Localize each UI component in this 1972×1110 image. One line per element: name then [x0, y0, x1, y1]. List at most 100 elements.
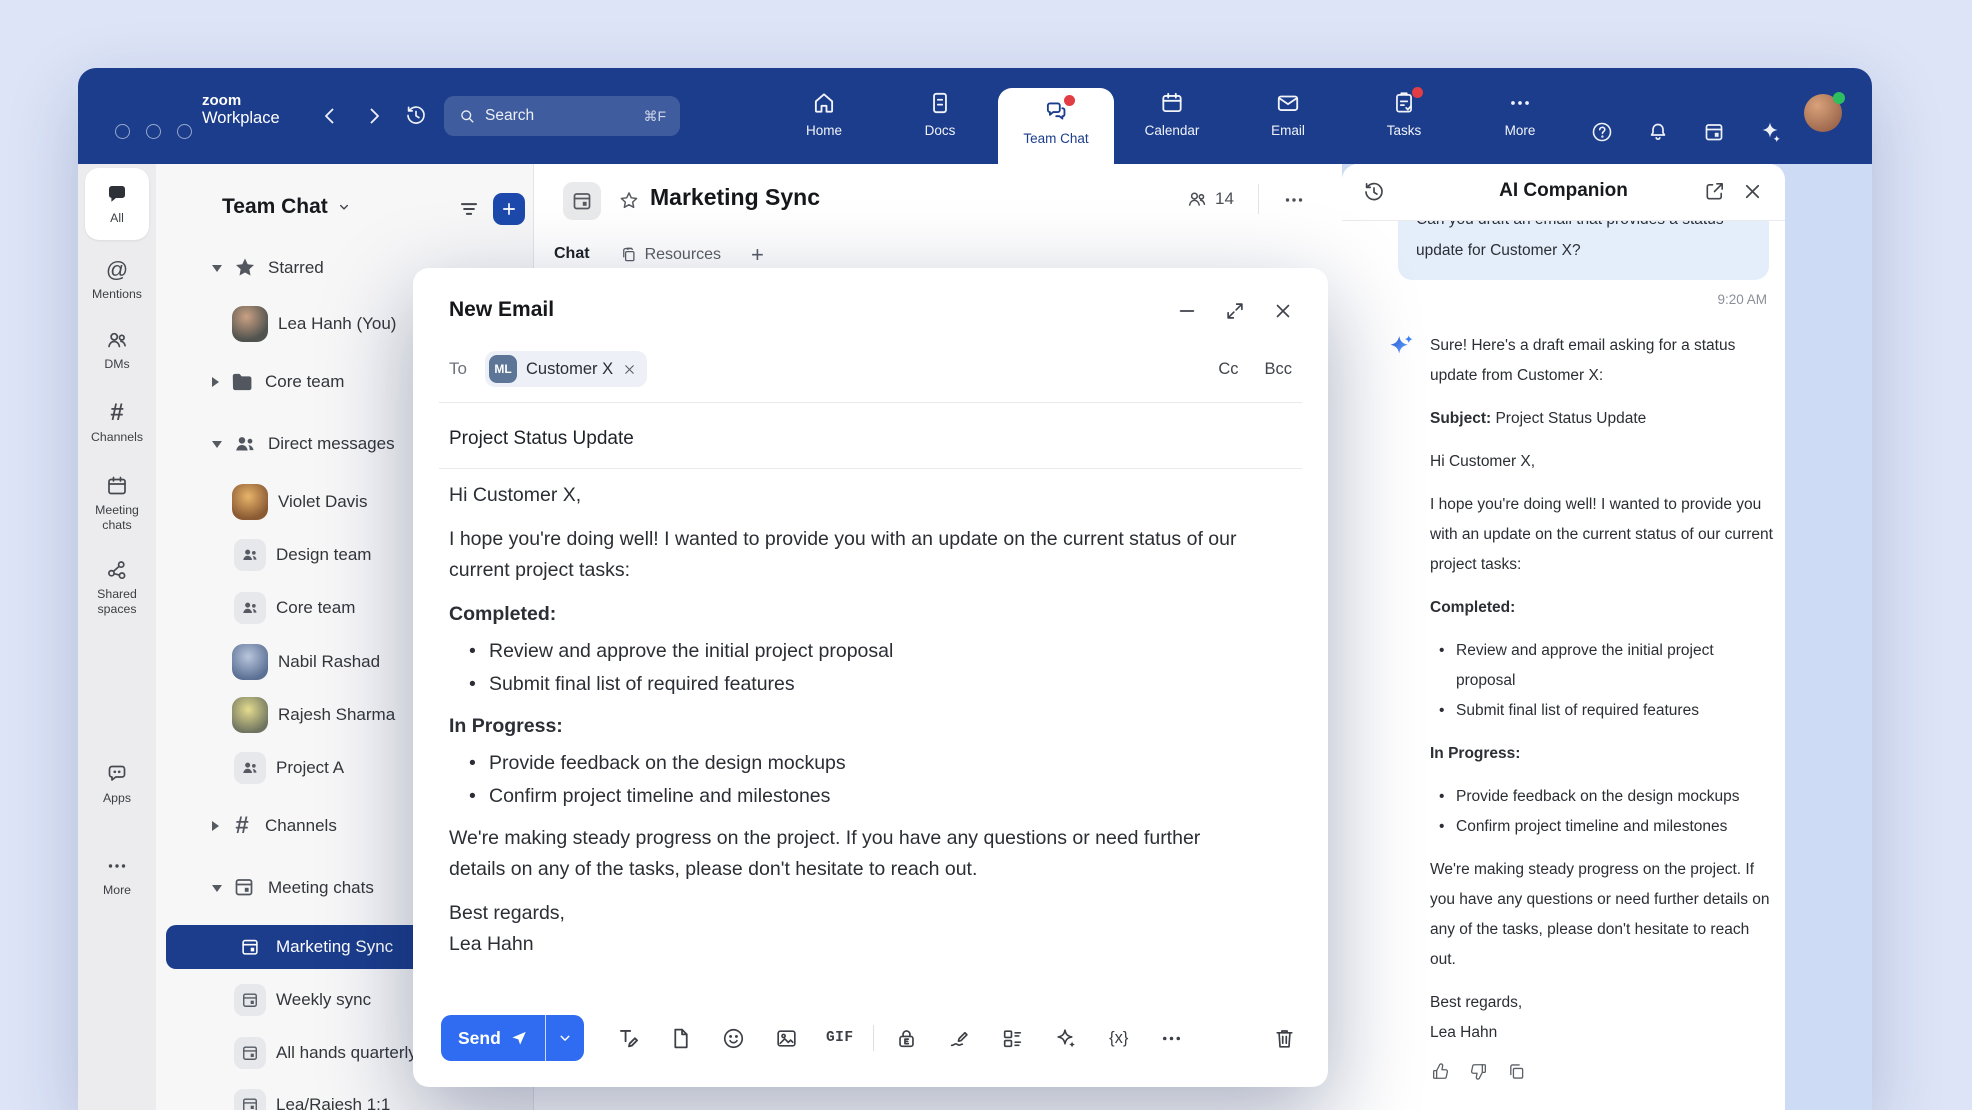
send-button-group: Send	[441, 1015, 584, 1061]
list-item-lea-rajesh[interactable]: Lea/Rajesh 1:1	[166, 1083, 524, 1110]
history-icon[interactable]	[404, 103, 428, 127]
bcc-button[interactable]: Bcc	[1264, 360, 1292, 379]
team-chat-title[interactable]: Team Chat	[222, 195, 352, 219]
tab-chat[interactable]: Chat	[554, 238, 590, 272]
close-icon[interactable]	[1272, 300, 1294, 322]
rail-item-more[interactable]: More	[78, 854, 156, 898]
ai-reply: Sure! Here's a draft email asking for a …	[1368, 331, 1777, 1102]
chat-more-icon[interactable]	[1282, 188, 1306, 212]
ai-signature: Lea Hahn	[1430, 1018, 1777, 1048]
recipient-name: Customer X	[526, 360, 613, 379]
tab-email[interactable]: Email	[1230, 68, 1346, 164]
gif-button[interactable]: GIF	[820, 1018, 860, 1058]
rail-item-apps[interactable]: Apps	[78, 762, 156, 806]
back-icon[interactable]	[318, 104, 342, 128]
tab-team-chat[interactable]: Team Chat	[998, 88, 1114, 164]
tab-resources[interactable]: Resources	[620, 238, 721, 272]
help-icon[interactable]	[1590, 120, 1614, 144]
email-completed-heading: Completed:	[449, 599, 1237, 630]
tab-docs[interactable]: Docs	[882, 68, 998, 164]
rail-item-mentions[interactable]: @ Mentions	[78, 258, 156, 302]
rail-item-dms[interactable]: DMs	[78, 328, 156, 372]
ai-timestamp: 9:20 AM	[1368, 292, 1767, 307]
tab-more[interactable]: More	[1462, 68, 1578, 164]
chat-tabs: Chat Resources +	[554, 238, 764, 272]
ai-paragraph: We're making steady progress on the proj…	[1430, 855, 1777, 975]
presence-dot	[1833, 92, 1845, 104]
template-icon[interactable]	[993, 1018, 1033, 1058]
discard-draft-icon[interactable]	[1264, 1018, 1304, 1058]
ai-companion-panel: Can you draft an email that provides a s…	[1342, 164, 1785, 1110]
copy-icon[interactable]	[1506, 1061, 1527, 1082]
ai-companion-icon[interactable]	[1758, 120, 1782, 144]
attach-file-icon[interactable]	[661, 1018, 701, 1058]
recipient-chip[interactable]: ML Customer X	[485, 351, 647, 387]
ai-compose-icon[interactable]	[1046, 1018, 1086, 1058]
user-avatar[interactable]	[1804, 94, 1842, 132]
window-close-light[interactable]	[115, 124, 130, 139]
ai-close-icon[interactable]	[1741, 180, 1765, 204]
chat-title: Marketing Sync	[650, 184, 820, 211]
filter-icon[interactable]	[456, 196, 484, 224]
resources-icon	[620, 246, 638, 264]
chevron-down-icon	[556, 1029, 574, 1047]
encrypt-icon[interactable]	[887, 1018, 927, 1058]
left-rail: All @ Mentions DMs # Channels Meeting ch…	[78, 164, 156, 1110]
tab-home[interactable]: Home	[766, 68, 882, 164]
caret-down-icon[interactable]	[212, 265, 222, 272]
expand-icon[interactable]	[1224, 300, 1246, 322]
insert-image-icon[interactable]	[767, 1018, 807, 1058]
tab-calendar[interactable]: Calendar	[1114, 68, 1230, 164]
new-chat-button[interactable]	[493, 193, 525, 225]
member-count[interactable]: 14	[1186, 188, 1234, 210]
forward-icon[interactable]	[362, 104, 386, 128]
ai-panel-header: AI Companion	[1342, 164, 1785, 221]
ai-bullet: Provide feedback on the design mockups	[1430, 782, 1777, 812]
notifications-bell-icon[interactable]	[1646, 120, 1670, 144]
meeting-chat-icon	[234, 931, 266, 963]
format-text-icon[interactable]	[608, 1018, 648, 1058]
cc-button[interactable]: Cc	[1218, 360, 1238, 379]
thumbs-up-icon[interactable]	[1430, 1061, 1451, 1082]
signature-icon[interactable]	[940, 1018, 980, 1058]
remove-recipient-icon[interactable]	[622, 362, 637, 377]
rail-item-channels[interactable]: # Channels	[78, 401, 156, 445]
search-input[interactable]: Search ⌘F	[444, 96, 680, 136]
emoji-icon[interactable]	[714, 1018, 754, 1058]
send-options-button[interactable]	[546, 1015, 584, 1061]
subject-field[interactable]: Project Status Update	[449, 416, 1292, 462]
send-button[interactable]: Send	[441, 1015, 546, 1061]
thumbs-down-icon[interactable]	[1468, 1061, 1489, 1082]
window-minimize-light[interactable]	[146, 124, 161, 139]
rail-item-shared-spaces[interactable]: Shared spaces	[78, 558, 156, 618]
minimize-icon[interactable]	[1176, 300, 1198, 322]
plus-icon	[499, 199, 519, 219]
chat-header: Marketing Sync 14	[534, 164, 1342, 238]
ai-completed-heading: Completed:	[1430, 593, 1777, 623]
rail-item-all[interactable]: All	[85, 168, 149, 240]
shared-spaces-icon	[105, 558, 129, 582]
to-field[interactable]: To ML Customer X Cc Bcc	[449, 346, 1292, 392]
tab-tasks[interactable]: Tasks	[1346, 68, 1462, 164]
email-greeting: Hi Customer X,	[449, 480, 1237, 511]
caret-right-icon[interactable]	[212, 377, 219, 387]
caret-down-icon[interactable]	[212, 885, 222, 892]
toolbar-more-icon[interactable]	[1152, 1018, 1192, 1058]
email-bullet: Confirm project timeline and milestones	[449, 781, 1249, 812]
schedule-icon[interactable]	[1702, 120, 1726, 144]
meeting-chat-icon	[563, 182, 601, 220]
window-zoom-light[interactable]	[177, 124, 192, 139]
open-in-new-icon[interactable]	[1703, 180, 1727, 204]
caret-right-icon[interactable]	[212, 821, 219, 831]
cc-bcc: Cc Bcc	[1218, 360, 1292, 379]
star-outline-icon[interactable]	[618, 190, 640, 212]
email-body[interactable]: Hi Customer X, I hope you're doing well!…	[449, 480, 1249, 973]
ai-subject-line: Subject: Project Status Update	[1430, 404, 1777, 434]
caret-down-icon[interactable]	[212, 441, 222, 448]
send-plane-icon	[510, 1029, 528, 1047]
mentions-icon: @	[106, 258, 128, 282]
toolbar-divider	[873, 1025, 874, 1051]
add-tab-button[interactable]: +	[751, 238, 764, 272]
variables-button[interactable]: {x}	[1099, 1018, 1139, 1058]
rail-item-meeting-chats[interactable]: Meeting chats	[78, 474, 156, 534]
